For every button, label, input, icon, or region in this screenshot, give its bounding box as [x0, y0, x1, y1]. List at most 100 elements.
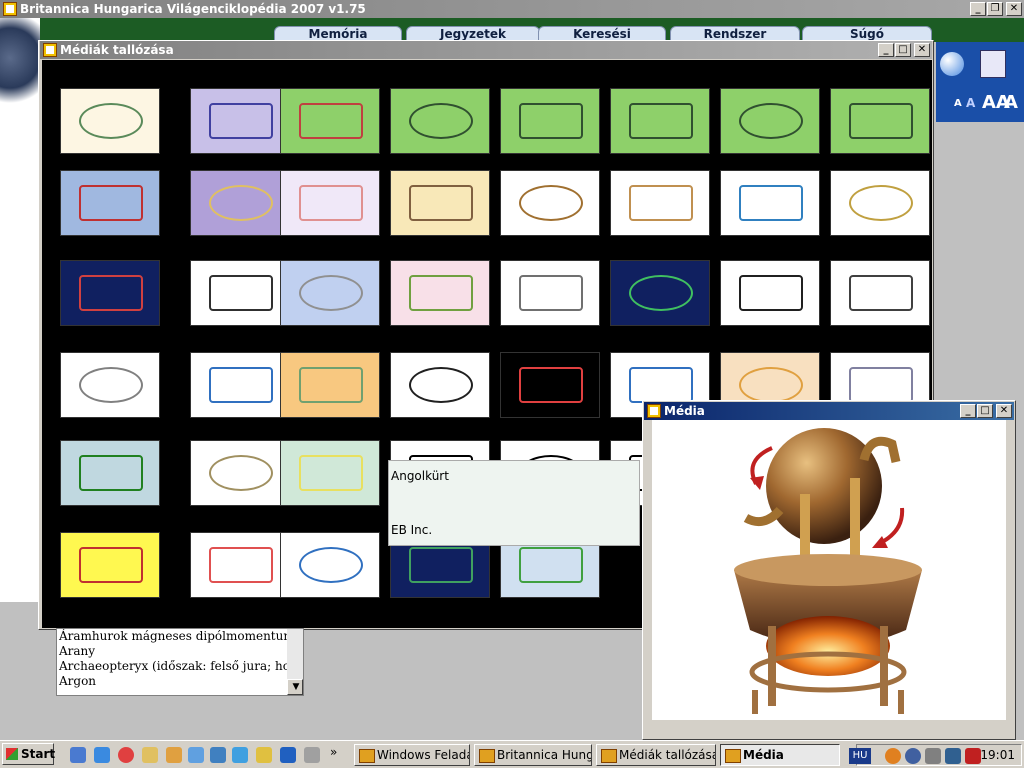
- media-thumbnail[interactable]: [280, 260, 380, 326]
- media-thumbnail[interactable]: [60, 440, 160, 506]
- desktop-icon[interactable]: [70, 747, 86, 763]
- media-browser-close-button[interactable]: ✕: [914, 43, 930, 57]
- media-thumbnail[interactable]: [500, 170, 600, 236]
- search-icon[interactable]: [188, 747, 204, 763]
- media-thumbnail[interactable]: [280, 170, 380, 236]
- media-thumbnail[interactable]: [500, 352, 600, 418]
- thumbnail-graphic: [209, 275, 273, 311]
- media-thumbnail[interactable]: [190, 532, 290, 598]
- media-thumbnail[interactable]: [390, 170, 490, 236]
- list-item[interactable]: Arany: [57, 644, 303, 659]
- tray-app-icon[interactable]: [885, 748, 901, 764]
- thumbnail-graphic: [849, 185, 913, 221]
- tool-icon[interactable]: [232, 747, 248, 763]
- media-thumbnail[interactable]: [190, 170, 290, 236]
- system-tray: HU 19:01: [849, 744, 1022, 766]
- aeolipile-illustration: [734, 428, 922, 714]
- language-indicator[interactable]: HU: [849, 748, 871, 764]
- app-icon: [3, 2, 17, 16]
- network-icon[interactable]: [280, 747, 296, 763]
- start-button[interactable]: Start: [2, 743, 55, 765]
- picture-icon[interactable]: [210, 747, 226, 763]
- media-thumbnail[interactable]: [610, 88, 710, 154]
- media-thumbnail[interactable]: [390, 260, 490, 326]
- app-title: Britannica Hungarica Világenciklopédia 2…: [20, 2, 366, 16]
- media-thumbnail[interactable]: [720, 88, 820, 154]
- media-thumbnail[interactable]: [280, 532, 380, 598]
- font-small-button[interactable]: A: [954, 98, 962, 109]
- notes-icon[interactable]: [980, 50, 1006, 78]
- task-britannica[interactable]: Britannica Hung...: [474, 744, 592, 766]
- thumbnail-graphic: [409, 547, 473, 583]
- thumbnail-graphic: [739, 185, 803, 221]
- app-icon[interactable]: [166, 747, 182, 763]
- media-thumbnail[interactable]: [610, 260, 710, 326]
- media-close-button[interactable]: ✕: [996, 404, 1012, 418]
- tray-security-icon[interactable]: [905, 748, 921, 764]
- media-thumbnail[interactable]: [60, 352, 160, 418]
- media-browser-maximize-button[interactable]: □: [895, 43, 911, 57]
- shortcut-icon[interactable]: [304, 747, 320, 763]
- media-thumbnail[interactable]: [60, 88, 160, 154]
- media-thumbnail[interactable]: [60, 170, 160, 236]
- media-thumbnail[interactable]: [830, 170, 930, 236]
- media-thumbnail[interactable]: [720, 260, 820, 326]
- thumbnail-graphic: [209, 367, 273, 403]
- media-thumbnail[interactable]: [720, 170, 820, 236]
- media-minimize-button[interactable]: _: [960, 404, 976, 418]
- media-thumbnail[interactable]: [190, 352, 290, 418]
- media-thumbnail[interactable]: [60, 532, 160, 598]
- media-thumbnail[interactable]: [190, 88, 290, 154]
- thumbnail-graphic: [739, 275, 803, 311]
- list-item[interactable]: Áramhurok mágneses dipólmomentuma, an: [57, 629, 303, 644]
- task-mediak-tallozasa[interactable]: Médiák tallózása: [596, 744, 716, 766]
- media-thumbnail[interactable]: [60, 260, 160, 326]
- ie-icon[interactable]: [94, 747, 110, 763]
- media-thumbnail[interactable]: [190, 440, 290, 506]
- taskbar: Start » Windows Felada... Britannica Hun…: [0, 740, 1024, 768]
- search-globe-icon[interactable]: [940, 52, 964, 76]
- thumbnail-graphic: [79, 185, 143, 221]
- more-chevron-icon[interactable]: »: [330, 745, 337, 759]
- thumbnail-graphic: [739, 103, 803, 139]
- media-thumbnail[interactable]: [280, 352, 380, 418]
- restore-button[interactable]: ❐: [987, 2, 1003, 16]
- thumbnail-graphic: [209, 103, 273, 139]
- media-thumbnail[interactable]: [390, 352, 490, 418]
- list-item[interactable]: Argon: [57, 674, 303, 689]
- media-window-title-bar: Média _ □ ✕: [644, 402, 1014, 420]
- thumbnail-graphic: [849, 367, 913, 403]
- media-thumbnail[interactable]: [610, 170, 710, 236]
- media-tooltip: Angolkürt EB Inc.: [388, 460, 640, 546]
- media-browser-minimize-button[interactable]: _: [878, 43, 894, 57]
- task-windows-feladatkezelo[interactable]: Windows Felada...: [354, 744, 470, 766]
- media-thumbnail[interactable]: [500, 88, 600, 154]
- thumbnail-graphic: [209, 455, 273, 491]
- browser-icon[interactable]: [118, 747, 134, 763]
- thumbnail-graphic: [739, 367, 803, 403]
- close-button[interactable]: ✕: [1006, 2, 1022, 16]
- media-thumbnail[interactable]: [190, 260, 290, 326]
- tray-volume-icon[interactable]: [925, 748, 941, 764]
- thumbnail-graphic: [299, 455, 363, 491]
- scroll-down-button[interactable]: ▼: [287, 679, 303, 695]
- list-item[interactable]: Archaeopteryx (időszak: felső jura; hoss…: [57, 659, 303, 674]
- media-maximize-button[interactable]: □: [977, 404, 993, 418]
- thumbnail-graphic: [629, 103, 693, 139]
- media-thumbnail[interactable]: [830, 260, 930, 326]
- media-thumbnail[interactable]: [390, 88, 490, 154]
- media-thumbnail[interactable]: [830, 88, 930, 154]
- media-thumbnail[interactable]: [280, 440, 380, 506]
- tray-network-icon[interactable]: [945, 748, 961, 764]
- explorer-icon[interactable]: [256, 747, 272, 763]
- font-medium-button[interactable]: A: [966, 96, 975, 110]
- task-media[interactable]: Média: [720, 744, 840, 766]
- media-thumbnail[interactable]: [500, 260, 600, 326]
- thumbnail-graphic: [519, 547, 583, 583]
- thumbnail-graphic: [629, 367, 693, 403]
- folder-icon[interactable]: [142, 747, 158, 763]
- media-thumbnail[interactable]: [280, 88, 380, 154]
- minimize-button[interactable]: _: [970, 2, 986, 16]
- font-xlarge-button[interactable]: A: [1004, 92, 1018, 113]
- tray-antivirus-icon[interactable]: [965, 748, 981, 764]
